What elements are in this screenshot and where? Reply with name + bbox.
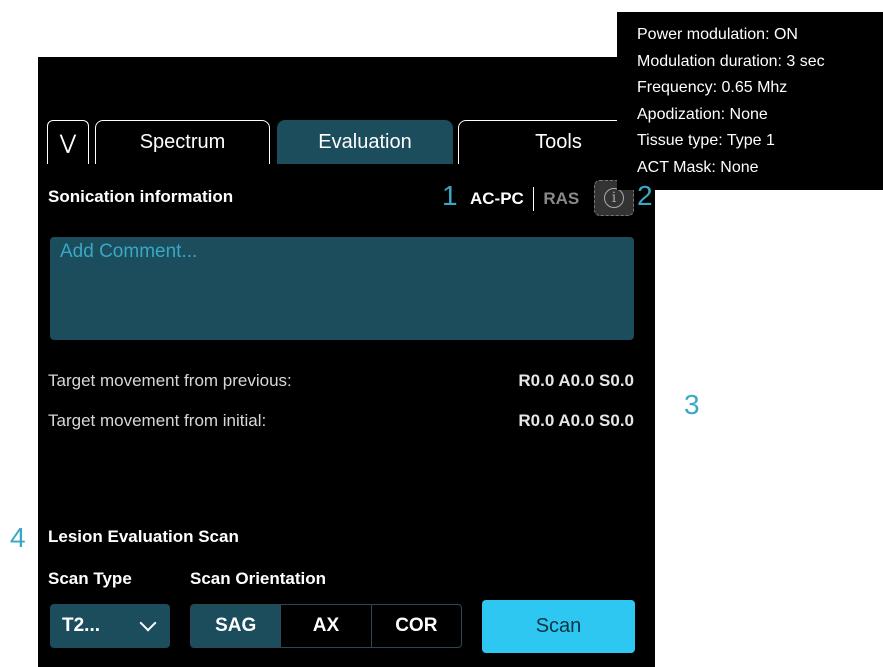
scan-orientation-label: Scan Orientation [190,569,327,588]
target-movement-previous-label: Target movement from previous: [48,371,292,390]
tooltip-line: Modulation duration: 3 sec [637,52,825,70]
callout-3: 3 [684,389,700,420]
orientation-cor-option[interactable]: COR [370,605,461,647]
acpc-option[interactable]: AC-PC [470,189,524,209]
comment-input[interactable] [50,237,634,340]
callout-2: 2 [637,180,653,211]
double-chevron-down-icon: ⋁ [59,132,77,154]
orientation-sag-option[interactable]: SAG [191,605,281,647]
target-movement-initial-label: Target movement from initial: [48,411,267,430]
tooltip-line: Frequency: 0.65 Mhz [637,79,788,96]
tab-evaluation[interactable]: Evaluation [277,120,453,164]
tooltip-line: Tissue type: Type 1 [637,132,775,149]
orientation-ax-option[interactable]: AX [280,605,370,647]
target-movement-previous-row: Target movement from previous: R0.0 A0.0… [48,371,634,391]
tab-label: Tools [535,131,582,153]
target-movement-initial-value: R0.0 A0.0 S0.0 [518,411,634,430]
tooltip-line: Power modulation: ON [637,26,798,43]
evaluation-panel: ⋁ Spectrum Evaluation Tools Sonication i… [38,57,658,667]
divider [532,187,535,211]
tooltip-line: Apodization: None [637,105,768,123]
sonication-parameters-tooltip: Power modulation: ON Modulation duration… [617,12,883,190]
collapse-panel-button[interactable]: ⋁ [47,120,89,164]
target-movement-previous-value: R0.0 A0.0 S0.0 [518,371,634,390]
chevron-down-icon [139,614,157,632]
tab-spectrum[interactable]: Spectrum [95,120,270,164]
target-movement-initial-row: Target movement from initial: R0.0 A0.0 … [48,411,634,431]
scan-orientation-selector: SAG AX COR [190,604,462,648]
scan-type-select[interactable]: T2... [50,604,170,648]
scan-type-label: Scan Type [48,569,132,588]
callout-4: 4 [10,522,26,553]
lesion-evaluation-scan-title: Lesion Evaluation Scan [48,527,239,546]
tab-label: Evaluation [318,131,412,153]
tab-label: Spectrum [139,131,226,153]
callout-1: 1 [442,180,458,211]
scan-button[interactable]: Scan [482,600,635,653]
coordinate-system-toggle: AC-PC RAS [470,187,579,211]
sonication-information-title: Sonication information [48,187,234,206]
tooltip-line: ACT Mask: None [637,158,759,176]
info-icon: i [604,188,624,208]
scan-type-value: T2... [62,615,101,636]
ras-option[interactable]: RAS [543,189,579,209]
